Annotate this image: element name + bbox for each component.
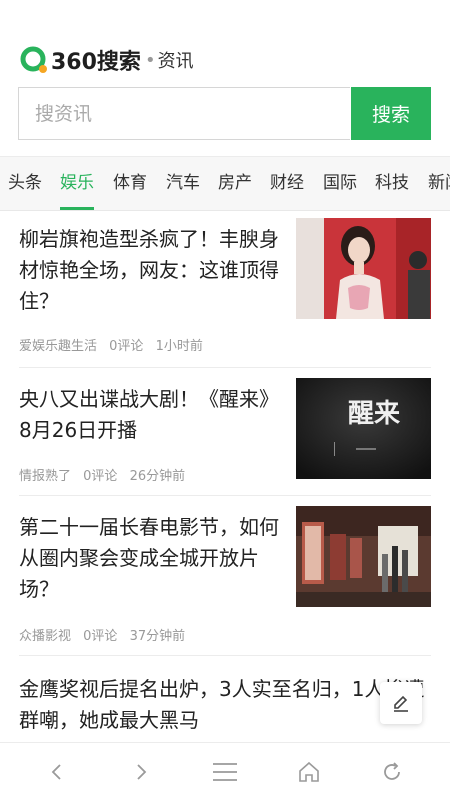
news-item[interactable]: 柳岩旗袍造型杀疯了！丰腴身材惊艳全场，网友：这谁顶得住？ 爱娱乐趣生活 0评论 … <box>19 210 431 368</box>
news-comments: 0评论 <box>83 629 118 644</box>
tab-label: 体育 <box>113 173 147 193</box>
news-comments: 0评论 <box>109 339 144 354</box>
drama-poster-photo: 醒来 <box>296 378 431 479</box>
tab-finance[interactable]: 财经 <box>270 157 304 210</box>
news-comments: 0评论 <box>83 469 118 484</box>
home-icon <box>299 761 319 782</box>
logo-icon <box>20 46 47 73</box>
news-item[interactable]: 第二十一届长春电影节，如何从圈内聚会变成全城开放片场？ 众播影视 0评论 37分… <box>19 496 431 656</box>
news-thumbnail[interactable] <box>296 218 431 319</box>
tab-label: 财经 <box>270 173 304 193</box>
news-thumbnail[interactable] <box>296 506 431 607</box>
chevron-left-icon <box>51 764 61 780</box>
tab-label: 娱乐 <box>60 173 94 193</box>
tab-realestate[interactable]: 房产 <box>218 157 252 210</box>
refresh-button[interactable] <box>375 755 409 789</box>
tab-label: 科技 <box>375 173 409 193</box>
refresh-icon <box>384 762 400 780</box>
search-button[interactable]: 搜索 <box>351 87 431 140</box>
tab-label: 国际 <box>323 173 357 193</box>
news-title[interactable]: 金鹰奖视后提名出炉，3人实至名归，1人惨遭群嘲，她成最大黑马 <box>19 674 431 736</box>
news-meta: 情报熟了 0评论 26分钟前 <box>19 465 193 484</box>
woman-in-qipao-photo <box>296 218 431 319</box>
header: 360搜索 • 资讯 搜索 <box>0 0 450 160</box>
home-button[interactable] <box>292 755 326 789</box>
menu-icon <box>213 763 237 781</box>
logo[interactable]: 360搜索 • 资讯 <box>20 44 194 76</box>
tab-sports[interactable]: 体育 <box>113 157 147 210</box>
category-bar: 头条 娱乐 体育 汽车 房产 财经 国际 科技 新闻 <box>0 156 450 211</box>
tab-international[interactable]: 国际 <box>323 157 357 210</box>
news-meta: 爱娱乐趣生活 0评论 1小时前 <box>19 335 211 354</box>
tab-auto[interactable]: 汽车 <box>166 157 200 210</box>
news-meta: 众播影视 0评论 37分钟前 <box>19 625 193 644</box>
tab-label: 汽车 <box>166 173 200 193</box>
news-title[interactable]: 第二十一届长春电影节，如何从圈内聚会变成全城开放片场？ <box>19 512 281 605</box>
edit-button[interactable] <box>380 682 422 724</box>
tab-label: 新闻 <box>428 173 450 193</box>
logo-subtitle: 资讯 <box>157 51 194 72</box>
tab-entertainment[interactable]: 娱乐 <box>60 157 94 210</box>
exhibition-hall-photo <box>296 506 431 607</box>
search-box <box>18 87 351 140</box>
chevron-right-icon <box>137 764 147 780</box>
logo-text: 360搜索 <box>51 50 141 75</box>
bottom-toolbar <box>0 742 450 801</box>
news-source: 众播影视 <box>19 629 72 644</box>
news-time: 1小时前 <box>155 339 203 354</box>
tab-tech[interactable]: 科技 <box>375 157 409 210</box>
news-item[interactable]: 金鹰奖视后提名出炉，3人实至名归，1人惨遭群嘲，她成最大黑马 <box>19 656 431 742</box>
news-time: 26分钟前 <box>129 469 186 484</box>
tab-news[interactable]: 新闻 <box>428 157 450 210</box>
news-thumbnail[interactable]: 醒来 <box>296 378 431 479</box>
poster-title: 醒来 <box>348 399 401 429</box>
back-button[interactable] <box>40 755 74 789</box>
forward-button[interactable] <box>124 755 158 789</box>
menu-button[interactable] <box>208 755 242 789</box>
news-time: 37分钟前 <box>129 629 186 644</box>
tab-label: 头条 <box>8 173 42 193</box>
news-title[interactable]: 柳岩旗袍造型杀疯了！丰腴身材惊艳全场，网友：这谁顶得住？ <box>19 224 281 317</box>
news-item[interactable]: 央八又出谍战大剧！《醒来》8月26日开播 情报熟了 0评论 26分钟前 醒来 <box>19 368 431 496</box>
tab-label: 房产 <box>218 173 252 193</box>
search-input[interactable] <box>19 88 351 139</box>
pencil-icon <box>394 695 408 712</box>
logo-separator: • <box>144 49 156 71</box>
tab-headlines[interactable]: 头条 <box>8 157 42 210</box>
news-source: 情报熟了 <box>19 469 72 484</box>
news-source: 爱娱乐趣生活 <box>19 339 98 354</box>
news-title[interactable]: 央八又出谍战大剧！《醒来》8月26日开播 <box>19 384 281 446</box>
